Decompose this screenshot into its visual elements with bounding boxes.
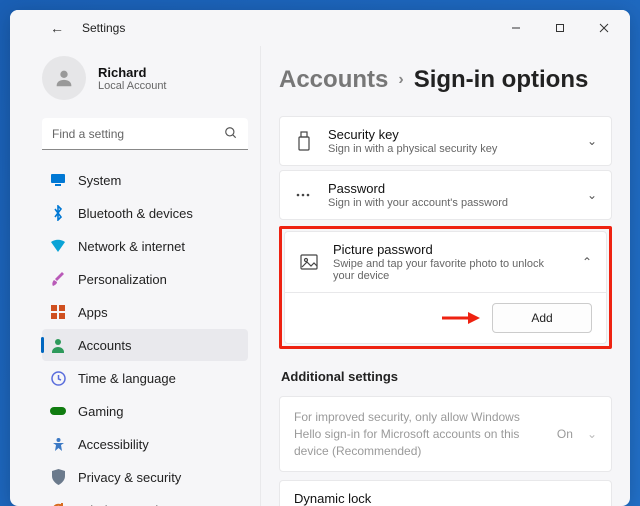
profile-name: Richard xyxy=(98,65,167,80)
sidebar-item-label: Gaming xyxy=(78,404,124,419)
sidebar-item-label: Network & internet xyxy=(78,239,185,254)
person-icon xyxy=(50,337,66,353)
sidebar-item-personalization[interactable]: Personalization xyxy=(42,263,248,295)
brush-icon xyxy=(50,271,66,287)
access-icon xyxy=(50,436,66,452)
clock-icon xyxy=(50,370,66,386)
option-title: Security key xyxy=(328,127,573,142)
sidebar-item-gaming[interactable]: Gaming xyxy=(42,395,248,427)
close-button[interactable] xyxy=(582,12,626,44)
chevron-up-icon: ⌃ xyxy=(582,255,592,269)
update-icon xyxy=(50,502,66,506)
option-password[interactable]: Password Sign in with your account's pas… xyxy=(279,170,612,220)
sidebar: Richard Local Account System Bluetooth & … xyxy=(10,46,260,506)
maximize-button[interactable] xyxy=(538,12,582,44)
picture-icon xyxy=(299,254,319,270)
option-title: Picture password xyxy=(333,242,568,257)
breadcrumb-parent[interactable]: Accounts xyxy=(279,66,388,94)
settings-window: ← Settings Richard Local Account xyxy=(10,10,630,506)
sidebar-item-apps[interactable]: Apps xyxy=(42,296,248,328)
breadcrumb-current: Sign-in options xyxy=(414,66,589,94)
sidebar-item-bluetooth-devices[interactable]: Bluetooth & devices xyxy=(42,197,248,229)
nav-list: System Bluetooth & devices Network & inter… xyxy=(42,164,248,506)
shield-icon xyxy=(50,469,66,485)
sidebar-item-label: Time & language xyxy=(78,371,176,386)
sidebar-item-label: Bluetooth & devices xyxy=(78,206,193,221)
additional-settings-heading: Additional settings xyxy=(281,369,612,384)
search-container xyxy=(42,118,248,150)
sidebar-item-accounts[interactable]: Accounts xyxy=(42,329,248,361)
sidebar-item-privacy-security[interactable]: Privacy & security xyxy=(42,461,248,493)
sidebar-item-label: Apps xyxy=(78,305,108,320)
breadcrumb: Accounts › Sign-in options xyxy=(279,66,612,94)
picture-password-expanded: Add xyxy=(284,293,607,344)
option-state: On xyxy=(557,427,573,441)
add-button[interactable]: Add xyxy=(492,303,592,333)
game-icon xyxy=(50,403,66,419)
option-windows-hello-only[interactable]: For improved security, only allow Window… xyxy=(279,396,612,472)
chevron-down-icon: ⌄ xyxy=(587,188,597,202)
apps-icon xyxy=(50,304,66,320)
avatar xyxy=(42,56,86,100)
sidebar-item-label: Accessibility xyxy=(78,437,149,452)
option-security-key[interactable]: Security key Sign in with a physical sec… xyxy=(279,116,612,166)
titlebar: ← Settings xyxy=(10,10,630,46)
chevron-right-icon: › xyxy=(398,71,403,89)
highlight-annotation: Picture password Swipe and tap your favo… xyxy=(279,226,612,349)
profile-subtitle: Local Account xyxy=(98,80,167,92)
profile-block[interactable]: Richard Local Account xyxy=(42,56,248,100)
sidebar-item-label: Accounts xyxy=(78,338,131,353)
back-button[interactable]: ← xyxy=(50,20,64,36)
sidebar-item-accessibility[interactable]: Accessibility xyxy=(42,428,248,460)
options-list: Security key Sign in with a physical sec… xyxy=(279,116,612,506)
chevron-down-icon: ⌄ xyxy=(587,134,597,148)
bt-icon xyxy=(50,205,66,221)
usb-key-icon xyxy=(294,131,314,151)
sidebar-item-windows-update[interactable]: Windows Update xyxy=(42,494,248,506)
sidebar-item-time-language[interactable]: Time & language xyxy=(42,362,248,394)
option-title: Password xyxy=(328,181,573,196)
option-dynamic-lock[interactable]: Dynamic lock Automatically lock your dev… xyxy=(279,480,612,506)
main-panel[interactable]: Accounts › Sign-in options Security key … xyxy=(260,46,630,506)
option-sub: Sign in with a physical security key xyxy=(328,143,573,155)
sidebar-item-label: Privacy & security xyxy=(78,470,181,485)
option-picture-password[interactable]: Picture password Swipe and tap your favo… xyxy=(284,231,607,293)
chevron-down-icon: ⌄ xyxy=(587,427,597,441)
sidebar-item-label: System xyxy=(78,173,121,188)
arrow-annotation xyxy=(440,309,480,327)
minimize-button[interactable] xyxy=(494,12,538,44)
wifi-icon xyxy=(50,238,66,254)
option-sub: Sign in with your account's password xyxy=(328,197,573,209)
option-text: For improved security, only allow Window… xyxy=(294,409,543,459)
search-input[interactable] xyxy=(42,118,248,150)
sidebar-item-system[interactable]: System xyxy=(42,164,248,196)
search-icon xyxy=(224,126,238,143)
sidebar-item-label: Personalization xyxy=(78,272,167,287)
option-title: Dynamic lock xyxy=(294,491,573,506)
app-title: Settings xyxy=(82,21,125,35)
sidebar-item-label: Windows Update xyxy=(78,503,176,506)
key-dots-icon xyxy=(294,188,314,202)
pc-icon xyxy=(50,172,66,188)
content-area: Richard Local Account System Bluetooth & … xyxy=(10,46,630,506)
sidebar-item-network-internet[interactable]: Network & internet xyxy=(42,230,248,262)
option-sub: Swipe and tap your favorite photo to unl… xyxy=(333,258,568,282)
chevron-down-icon: ⌄ xyxy=(587,498,597,506)
